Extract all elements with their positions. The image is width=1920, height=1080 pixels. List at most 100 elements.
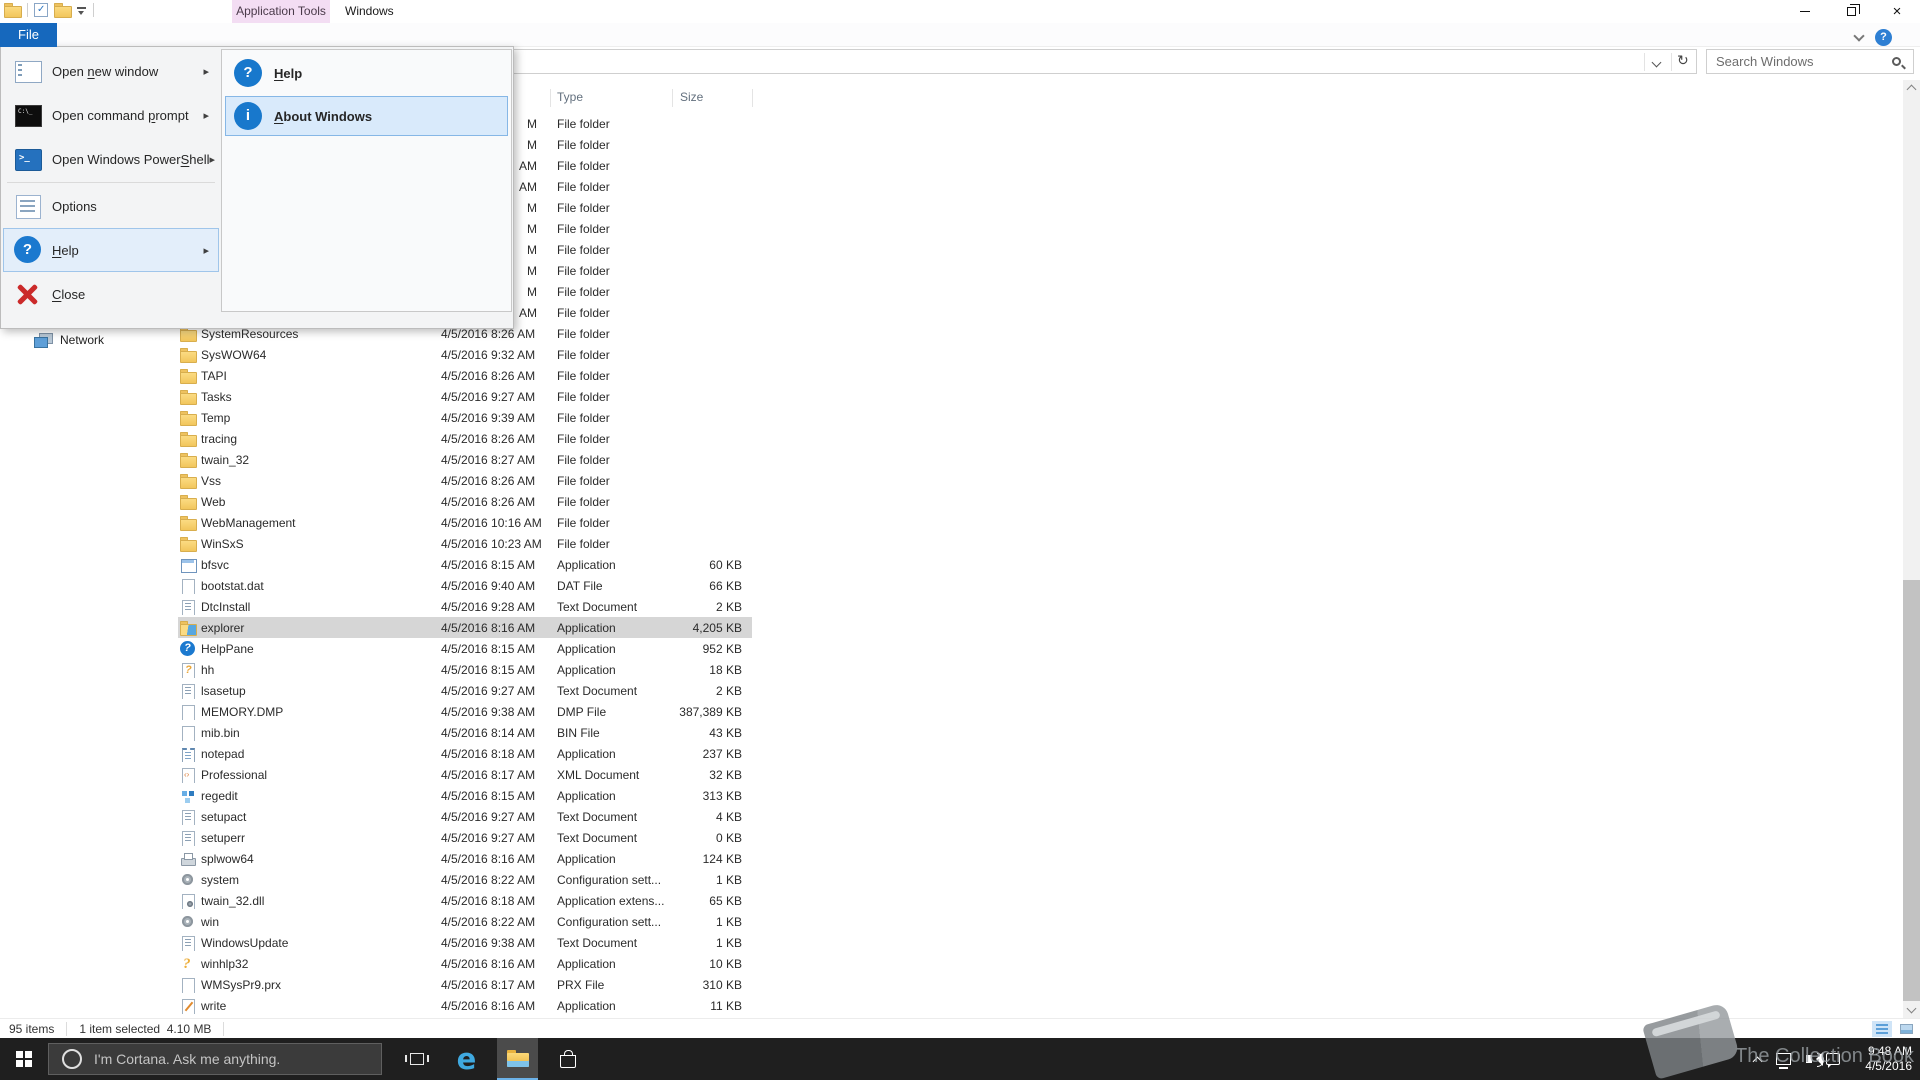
file-row[interactable]: Tasks 4/5/2016 9:27 AM File folder: [178, 386, 752, 407]
restore-button[interactable]: [1828, 0, 1874, 23]
start-button[interactable]: [0, 1038, 48, 1080]
store-taskbar-button[interactable]: [547, 1038, 588, 1080]
thumbnails-view-icon: [1899, 1024, 1913, 1034]
address-dropdown-icon[interactable]: [1651, 57, 1662, 68]
file-row[interactable]: system 4/5/2016 8:22 AM Configuration se…: [178, 869, 752, 890]
file-row[interactable]: mib.bin 4/5/2016 8:14 AM BIN File 43 KB: [178, 722, 752, 743]
file-type: File folder: [557, 389, 610, 404]
new-folder-icon[interactable]: [54, 3, 72, 18]
file-row[interactable]: Web 4/5/2016 8:26 AM File folder: [178, 491, 752, 512]
file-row[interactable]: winhlp32 4/5/2016 8:16 AM Application 10…: [178, 953, 752, 974]
file-row[interactable]: hh 4/5/2016 8:15 AM Application 18 KB: [178, 659, 752, 680]
file-row[interactable]: notepad 4/5/2016 8:18 AM Application 237…: [178, 743, 752, 764]
file-date-modified: 4/5/2016 9:27 AM: [441, 389, 536, 404]
scrollbar-thumb[interactable]: [1903, 580, 1920, 1001]
file-menu-item[interactable]: Open Windows PowerShell: [3, 137, 219, 181]
thumbnails-view-button[interactable]: [1896, 1021, 1916, 1037]
network-tray-icon[interactable]: [1772, 1038, 1794, 1080]
file-row[interactable]: explorer 4/5/2016 8:16 AM Application 4,…: [178, 617, 752, 638]
file-name: Tasks: [201, 389, 232, 404]
properties-icon[interactable]: [34, 3, 48, 17]
scroll-down-icon[interactable]: [1906, 1003, 1917, 1014]
file-menu-item[interactable]: Open command prompt: [3, 93, 219, 137]
minimize-button[interactable]: [1782, 0, 1828, 23]
file-row[interactable]: WinSxS 4/5/2016 10:23 AM File folder: [178, 533, 752, 554]
help-submenu-item[interactable]: About Windows: [225, 96, 508, 136]
file-name: write: [201, 998, 227, 1013]
file-row[interactable]: lsasetup 4/5/2016 9:27 AM Text Document …: [178, 680, 752, 701]
separator: [1644, 53, 1645, 71]
help-submenu-item[interactable]: Help: [225, 53, 508, 93]
clock-time: 9:48 AM: [1867, 1044, 1912, 1058]
file-row[interactable]: win 4/5/2016 8:22 AM Configuration sett.…: [178, 911, 752, 932]
file-type: Configuration sett...: [557, 872, 662, 887]
file-menu-items: Open new window Open command prompt Open…: [3, 49, 219, 316]
customize-quick-access-icon[interactable]: [77, 6, 87, 17]
file-name: Temp: [201, 410, 231, 425]
file-icon: [180, 494, 197, 510]
details-view-button[interactable]: [1872, 1021, 1892, 1037]
file-menu-item[interactable]: Open new window: [3, 49, 219, 93]
column-header-size[interactable]: Size: [680, 90, 703, 104]
file-row[interactable]: regedit 4/5/2016 8:15 AM Application 313…: [178, 785, 752, 806]
file-row[interactable]: SysWOW64 4/5/2016 9:32 AM File folder: [178, 344, 752, 365]
file-type: File folder: [557, 368, 610, 383]
separator: [752, 89, 753, 107]
file-row[interactable]: setuperr 4/5/2016 9:27 AM Text Document …: [178, 827, 752, 848]
task-view-button[interactable]: [396, 1038, 437, 1080]
submenu-item-icon: [234, 59, 262, 87]
file-menu-item[interactable]: Options: [3, 184, 219, 228]
file-icon: [180, 998, 196, 1014]
search-box[interactable]: Search Windows: [1706, 49, 1914, 74]
file-row[interactable]: Temp 4/5/2016 9:39 AM File folder: [178, 407, 752, 428]
file-date-modified: 4/5/2016 8:22 AM: [441, 872, 536, 887]
help-submenu: Help About Windows: [221, 49, 512, 312]
file-row[interactable]: write 4/5/2016 8:16 AM Application 11 KB: [178, 995, 752, 1016]
file-row[interactable]: DtcInstall 4/5/2016 9:28 AM Text Documen…: [178, 596, 752, 617]
contextual-tab-application-tools[interactable]: Application Tools: [232, 0, 330, 23]
file-name: explorer: [201, 620, 245, 635]
file-menu-item[interactable]: Close: [3, 272, 219, 316]
file-row[interactable]: twain_32.dll 4/5/2016 8:18 AM Applicatio…: [178, 890, 752, 911]
file-row[interactable]: Vss 4/5/2016 8:26 AM File folder: [178, 470, 752, 491]
column-header-type[interactable]: Type: [557, 90, 583, 104]
taskbar-clock[interactable]: 9:48 AM 4/5/2016: [1842, 1044, 1912, 1074]
scroll-up-icon[interactable]: [1906, 84, 1917, 95]
help-icon[interactable]: ?: [1875, 29, 1892, 46]
file-type: File folder: [557, 452, 610, 467]
file-type: File folder: [557, 116, 610, 131]
file-explorer-taskbar-button[interactable]: [497, 1038, 538, 1080]
file-icon: [180, 473, 197, 489]
file-row[interactable]: HelpPane 4/5/2016 8:15 AM Application 95…: [178, 638, 752, 659]
file-row[interactable]: WindowsUpdate 4/5/2016 9:38 AM Text Docu…: [178, 932, 752, 953]
file-row[interactable]: MEMORY.DMP 4/5/2016 9:38 AM DMP File 387…: [178, 701, 752, 722]
file-row[interactable]: WebManagement 4/5/2016 10:16 AM File fol…: [178, 512, 752, 533]
expand-ribbon-icon[interactable]: [1853, 30, 1865, 42]
cortana-search-bar[interactable]: I'm Cortana. Ask me anything.: [48, 1043, 382, 1075]
file-row[interactable]: TAPI 4/5/2016 8:26 AM File folder: [178, 365, 752, 386]
file-date-modified: 4/5/2016 8:27 AM: [441, 452, 536, 467]
file-icon: [180, 578, 196, 594]
minimize-icon: [1800, 11, 1810, 12]
submenu-arrow-icon: [210, 153, 216, 166]
file-menu-button[interactable]: File: [0, 23, 57, 47]
search-icon[interactable]: [1892, 57, 1901, 66]
file-row[interactable]: bootstat.dat 4/5/2016 9:40 AM DAT File 6…: [178, 575, 752, 596]
file-row[interactable]: twain_32 4/5/2016 8:27 AM File folder: [178, 449, 752, 470]
file-row[interactable]: Professional 4/5/2016 8:17 AM XML Docume…: [178, 764, 752, 785]
file-menu-item[interactable]: Help: [3, 228, 219, 272]
edge-taskbar-button[interactable]: e: [446, 1038, 487, 1080]
action-center-icon[interactable]: [1822, 1038, 1844, 1080]
file-row[interactable]: tracing 4/5/2016 8:26 AM File folder: [178, 428, 752, 449]
file-row[interactable]: splwow64 4/5/2016 8:16 AM Application 12…: [178, 848, 752, 869]
vertical-scrollbar[interactable]: [1903, 80, 1920, 1018]
file-row[interactable]: bfsvc 4/5/2016 8:15 AM Application 60 KB: [178, 554, 752, 575]
file-row[interactable]: setupact 4/5/2016 9:27 AM Text Document …: [178, 806, 752, 827]
close-button[interactable]: ×: [1874, 0, 1920, 23]
volume-tray-icon[interactable]: [1798, 1038, 1824, 1080]
hidden-icons-chevron-icon[interactable]: [1746, 1038, 1768, 1080]
file-type: Application: [557, 788, 616, 803]
file-icon: [180, 683, 196, 699]
file-row[interactable]: WMSysPr9.prx 4/5/2016 8:17 AM PRX File 3…: [178, 974, 752, 995]
refresh-icon[interactable]: ↻: [1677, 52, 1689, 69]
